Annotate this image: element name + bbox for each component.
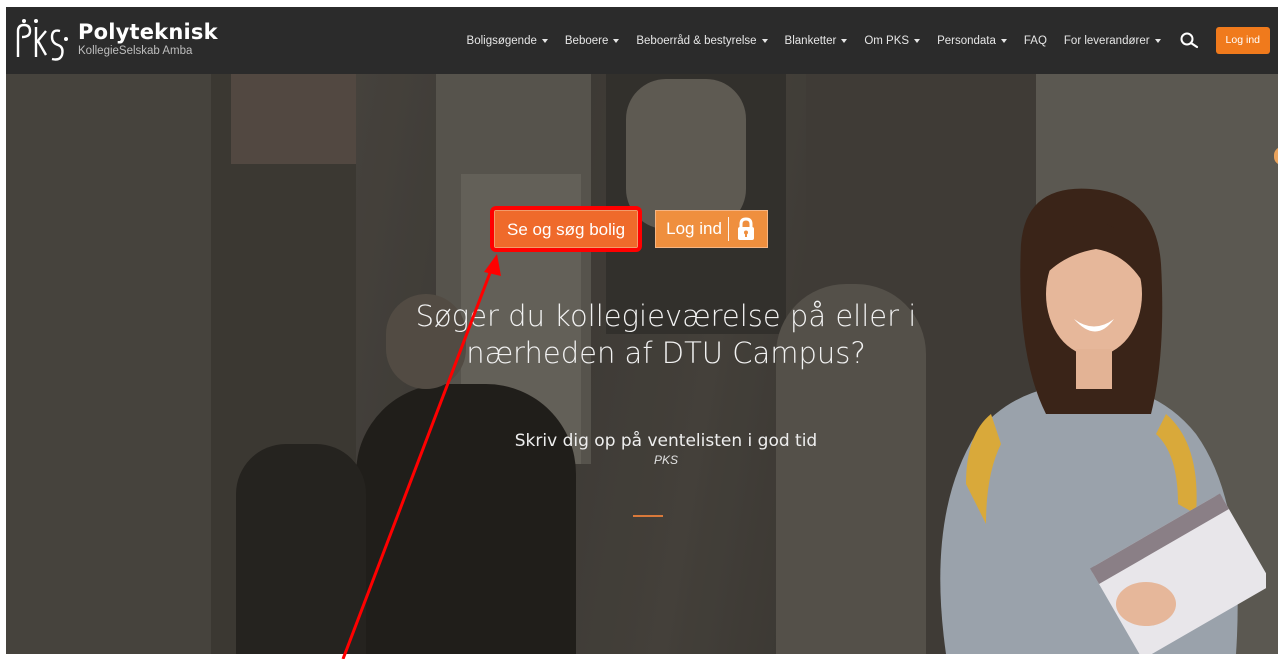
nav-item-leverandorer[interactable]: For leverandører bbox=[1064, 35, 1161, 47]
button-separator bbox=[727, 217, 729, 241]
hero-sublabel: PKS bbox=[653, 453, 678, 467]
login-button[interactable]: Log ind bbox=[1215, 27, 1270, 54]
hero-subline: Skriv dig op på ventelisten i god tid bbox=[514, 431, 818, 451]
pks-logo-icon bbox=[16, 19, 68, 61]
nav-item-label: Om PKS bbox=[864, 34, 910, 47]
search-icon[interactable] bbox=[1178, 30, 1200, 52]
caret-down-icon bbox=[541, 38, 548, 43]
nav-item-blanketter[interactable]: Blanketter bbox=[785, 35, 848, 47]
caret-down-icon bbox=[613, 38, 620, 43]
browser-viewport: Polyteknisk KollegieSelskab Amba Boligsø… bbox=[6, 7, 1278, 654]
caret-down-icon bbox=[1154, 38, 1161, 43]
logo-title: Polyteknisk bbox=[78, 20, 218, 45]
nav-item-label: Blanketter bbox=[784, 34, 837, 47]
nav-item-faq[interactable]: FAQ bbox=[1024, 35, 1047, 47]
nav-item-label: Persondata bbox=[937, 34, 996, 47]
hero-buttons: Se og søg bolig Log ind bbox=[490, 206, 768, 252]
hero-divider bbox=[633, 515, 663, 517]
hero-section: Se og søg bolig Log ind Søger du kollegi… bbox=[6, 74, 1278, 654]
nav-item-om-pks[interactable]: Om PKS bbox=[864, 34, 921, 47]
caret-down-icon bbox=[1000, 38, 1007, 43]
hero-login-label: Log ind bbox=[666, 219, 722, 238]
caret-down-icon bbox=[761, 38, 768, 43]
nav-item-label: Beboere bbox=[564, 34, 609, 47]
hero-headline: Søger du kollegieværelse på eller i nærh… bbox=[415, 299, 917, 370]
caret-down-icon bbox=[914, 38, 921, 43]
hero-login-button[interactable]: Log ind bbox=[655, 210, 768, 248]
nav-item-label: Boligsøgende bbox=[466, 34, 537, 47]
search-housing-button[interactable]: Se og søg bolig bbox=[490, 206, 643, 252]
nav-item-beboere[interactable]: Beboere bbox=[564, 34, 620, 47]
nav-item-boligsogende[interactable]: Boligsøgende bbox=[467, 35, 548, 47]
caret-down-icon bbox=[841, 38, 848, 43]
student-photo bbox=[940, 188, 1266, 654]
annotation-highlight-box bbox=[490, 206, 643, 252]
logo-subtitle: KollegieSelskab Amba bbox=[78, 45, 193, 58]
top-navbar: Polyteknisk KollegieSelskab Amba Boligsø… bbox=[6, 7, 1278, 74]
lock-icon bbox=[737, 217, 754, 240]
nav-item-persondata[interactable]: Persondata bbox=[937, 35, 1007, 47]
nav-item-label: FAQ bbox=[1023, 34, 1047, 47]
nav-item-label: For leverandører bbox=[1063, 34, 1150, 47]
nav-item-label: Beboerråd & bestyrelse bbox=[636, 34, 757, 47]
nav-item-beboerraad[interactable]: Beboerråd & bestyrelse bbox=[636, 34, 768, 47]
main-menu: Boligsøgende Beboere Beboerråd & bestyre… bbox=[467, 7, 1278, 74]
site-logo[interactable]: Polyteknisk KollegieSelskab Amba bbox=[12, 17, 218, 63]
